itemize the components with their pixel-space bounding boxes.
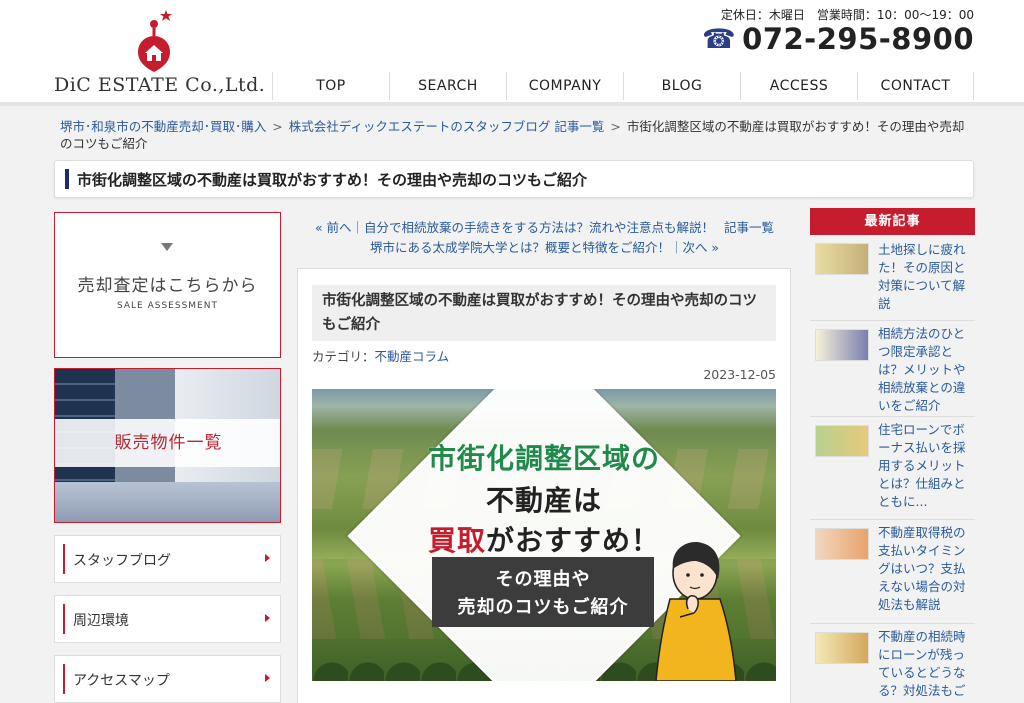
hero-subtitle-1: その理由や [495, 569, 591, 590]
breadcrumb-blog[interactable]: 株式会社ディックエステートのスタッフブログ 記事一覧 [289, 119, 605, 134]
breadcrumb: 堺市･和泉市の不動産売却･買取･購入 > 株式会社ディックエステートのスタッフブログ… [60, 118, 970, 152]
left-sidebar: 売却査定はこちらから SALE ASSESSMENT 販売物件一覧 スタッフブロ… [54, 212, 281, 703]
nav-company[interactable]: COMPANY [506, 72, 623, 100]
phone-number-text: 072-295-8900 [742, 22, 974, 56]
latest-post-item[interactable]: 不動産の相続時にローンが残っているとどうなる？対処法もご [810, 624, 975, 703]
sidebar-item-staff-blog[interactable]: スタッフブログ [54, 535, 281, 583]
listing-label: 販売物件一覧 [55, 419, 280, 467]
banner-photo-sofa [55, 482, 280, 522]
post-article: 市街化調整区域の不動産は買取がおすすめ！その理由や売却のコツもご紹介 カテゴリ：… [297, 268, 791, 703]
phone-icon: ☎ [702, 23, 737, 55]
hero-subtitle-2: 売却のコツもご紹介 [457, 597, 629, 618]
post-thumbnail [815, 528, 869, 560]
hero-line-1: 市街化調整区域の [427, 442, 660, 475]
sidebar-item-label: アクセスマップ [73, 673, 170, 689]
nav-blog[interactable]: BLOG [623, 72, 740, 100]
post-date: 2023-12-05 [703, 367, 776, 382]
post-thumbnail [815, 632, 869, 664]
logo-text: DiC ESTATE Co.,Ltd. [54, 74, 266, 96]
latest-posts-heading: 最新記事 [810, 208, 975, 235]
sidebar-item-surroundings[interactable]: 周辺環境 [54, 595, 281, 643]
sidebar-item-label: 周辺環境 [73, 613, 129, 629]
latest-post-item[interactable]: 住宅ローンでボーナス払いを採用するメリットとは？仕組みとともに... [810, 417, 975, 520]
post-list-link[interactable]: 記事一覧 [724, 220, 774, 235]
arrow-right-icon [265, 674, 270, 682]
breadcrumb-separator: > [272, 119, 283, 134]
sidebar-item-access-map[interactable]: アクセスマップ [54, 655, 281, 703]
latest-post-title: 不動産の相続時にローンが残っているとどうなる？対処法もご [878, 629, 966, 698]
post-thumbnail [815, 329, 869, 361]
nav-access[interactable]: ACCESS [740, 72, 857, 100]
latest-post-title: 不動産取得税の支払いタイミングはいつ？支払えない場合の対処法も解説 [878, 525, 966, 612]
post-thumbnail [815, 243, 869, 275]
page-title: 市街化調整区域の不動産は買取がおすすめ！その理由や売却のコツもご紹介 [77, 171, 588, 189]
property-listing-banner[interactable]: 販売物件一覧 [54, 368, 281, 523]
latest-post-title: 住宅ローンでボーナス払いを採用するメリットとは？仕組みとともに... [878, 422, 966, 509]
page-title-bar: 市街化調整区域の不動産は買取がおすすめ！その理由や売却のコツもご紹介 [54, 160, 974, 198]
main-nav: TOP SEARCH COMPANY BLOG ACCESS CONTACT [272, 72, 974, 100]
latest-post-item[interactable]: 相続方法のひとつ限定承認とは？メリットや相続放棄との違いをご紹介 [810, 321, 975, 417]
right-sidebar: 最新記事 土地探しに疲れた！その原因と対策について解説 相続方法のひとつ限定承認… [810, 208, 975, 703]
logo-house-icon [138, 10, 172, 72]
nav-search[interactable]: SEARCH [389, 72, 506, 100]
site-header: DiC ESTATE Co.,Ltd. 定休日：木曜日 営業時間：10：00〜1… [0, 0, 1024, 106]
post-category: カテゴリ：不動産コラム [312, 346, 449, 365]
next-post-link[interactable]: 堺市にある太成学院大学とは？概要と特徴をご紹介！｜次へ » [370, 240, 719, 255]
latest-post-title: 土地探しに疲れた！その原因と対策について解説 [878, 242, 966, 311]
latest-post-item[interactable]: 不動産取得税の支払いタイミングはいつ？支払えない場合の対処法も解説 [810, 520, 975, 624]
sidebar-item-label: スタッフブログ [73, 553, 171, 569]
post-hero-image: 市街化調整区域の 不動産は 買取がおすすめ！ その理由や 売却のコツもご紹介 [312, 389, 776, 681]
hero-line-3-rest: がおすすめ！ [486, 524, 661, 557]
post-thumbnail [815, 425, 869, 457]
category-link[interactable]: 不動産コラム [375, 349, 450, 364]
arrow-right-icon [265, 614, 270, 622]
arrow-right-icon [265, 554, 270, 562]
nav-contact[interactable]: CONTACT [857, 72, 974, 100]
latest-post-title: 相続方法のひとつ限定承認とは？メリットや相続放棄との違いをご紹介 [878, 326, 966, 413]
hero-line-2: 不動産は [485, 484, 602, 517]
thinking-woman-illustration [655, 542, 737, 681]
prev-post-link[interactable]: « 前へ｜自分で相続放棄の手続きをする方法は？流れや注意点も解説！ [315, 220, 714, 235]
latest-post-item[interactable]: 土地探しに疲れた！その原因と対策について解説 [810, 235, 975, 321]
post-pager: « 前へ｜自分で相続放棄の手続きをする方法は？流れや注意点も解説！ 記事一覧 堺… [297, 218, 792, 258]
phone-number[interactable]: ☎ 072-295-8900 [702, 22, 974, 56]
triangle-down-icon [161, 243, 173, 251]
nav-top[interactable]: TOP [272, 72, 389, 100]
assessment-subtitle: SALE ASSESSMENT [117, 301, 218, 311]
breadcrumb-separator: > [610, 119, 621, 134]
post-title: 市街化調整区域の不動産は買取がおすすめ！その理由や売却のコツもご紹介 [312, 285, 776, 341]
sale-assessment-banner[interactable]: 売却査定はこちらから SALE ASSESSMENT [54, 212, 281, 358]
hero-accent: 買取 [427, 524, 486, 557]
breadcrumb-home[interactable]: 堺市･和泉市の不動産売却･買取･購入 [60, 119, 266, 134]
site-logo[interactable]: DiC ESTATE Co.,Ltd. [54, 8, 265, 98]
assessment-title: 売却査定はこちらから [77, 276, 258, 296]
category-label: カテゴリ： [312, 349, 375, 364]
business-hours: 定休日：木曜日 営業時間：10：00〜19：00 [720, 8, 974, 22]
